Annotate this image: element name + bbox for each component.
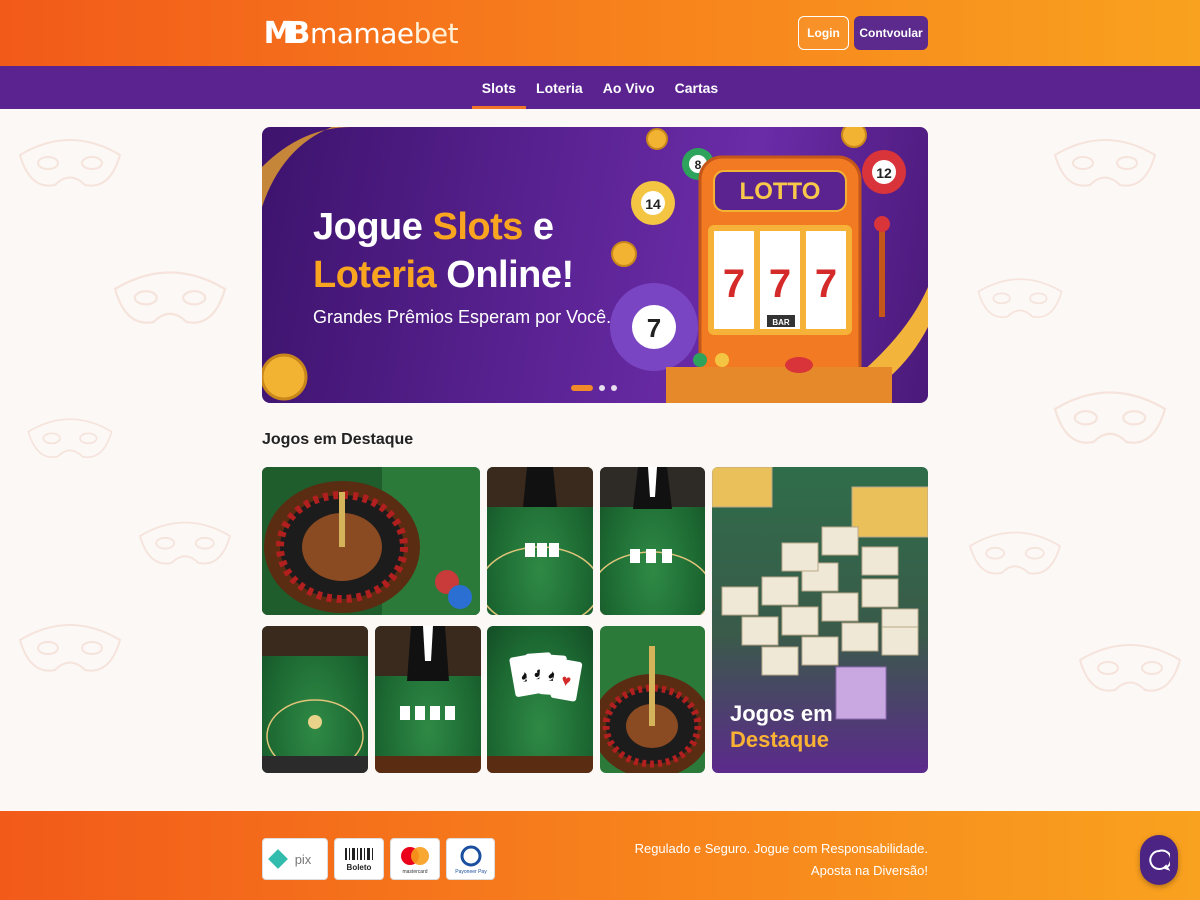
svg-text:mastercard: mastercard	[402, 869, 427, 875]
payment-pix: pix	[262, 838, 328, 880]
svg-text:pix: pix	[295, 852, 312, 867]
hero-text: Jogue Slots e Loteria Online! Grandes Pr…	[313, 203, 611, 328]
casino-table-image	[262, 626, 368, 773]
chat-icon	[1149, 849, 1170, 871]
svg-text:Payoneer Pay: Payoneer Pay	[455, 869, 487, 875]
login-button[interactable]: Login	[798, 16, 849, 50]
carnival-mask-icon	[970, 255, 1070, 345]
nav-item-loteria[interactable]: Loteria	[526, 66, 593, 109]
svg-text:BAR: BAR	[772, 318, 790, 327]
hero-headline-part: e	[522, 206, 554, 248]
mastercard-icon: mastercard	[401, 847, 429, 875]
nav-item-slots[interactable]: Slots	[471, 66, 527, 109]
carnival-mask-icon	[5, 600, 135, 700]
game-tile-roulette-2[interactable]	[600, 626, 705, 773]
carnival-mask-icon	[130, 500, 240, 590]
game-tile-cards[interactable]: ♠ ♣ ♠ ♥	[487, 626, 593, 773]
svg-text:LOTTO: LOTTO	[740, 178, 821, 205]
svg-text:7: 7	[723, 262, 745, 306]
baccarat-image	[600, 467, 705, 615]
hero-headline-highlight: Loteria	[313, 254, 437, 296]
pix-icon: pix	[268, 849, 312, 869]
payoneer-icon: Payoneer Pay	[455, 845, 487, 875]
roulette-image	[262, 467, 480, 615]
lottery-ball: 12	[862, 150, 906, 194]
lottery-ball: 14	[631, 181, 675, 225]
svg-text:12: 12	[876, 165, 892, 181]
hero-banner[interactable]: 8 14 12 7 LOTTO 7 7 7 BAR Jogue Slots e …	[262, 127, 928, 403]
carnival-mask-icon	[100, 245, 240, 355]
game-tile-casino-table[interactable]	[262, 626, 368, 773]
carousel-dots	[571, 385, 617, 391]
payment-boleto: Boleto	[334, 838, 384, 880]
payment-payoneer: Payoneer Pay	[446, 838, 495, 880]
mahjong-label-part: Jogos em	[730, 701, 833, 726]
footer-text-line2: Aposta na Diversão!	[810, 863, 928, 878]
boleto-icon: Boleto	[345, 848, 373, 872]
svg-text:7: 7	[815, 262, 837, 306]
register-button[interactable]: Contvoular	[854, 16, 928, 50]
dealer-table-image	[375, 626, 481, 773]
game-tile-mahjong[interactable]: Jogos em Destaque	[712, 467, 928, 773]
logo-text-part1: mamae	[310, 16, 414, 50]
slot-machine: LOTTO 7 7 7 BAR	[666, 155, 892, 403]
carnival-mask-icon	[1040, 115, 1170, 215]
carnival-mask-icon	[10, 115, 130, 215]
carousel-dot-1[interactable]	[571, 385, 593, 391]
brand-logo[interactable]: MB mamaebet	[262, 14, 459, 52]
nav-item-cartas[interactable]: Cartas	[665, 66, 729, 109]
carnival-mask-icon	[1040, 365, 1180, 475]
carousel-dot-2[interactable]	[599, 385, 605, 391]
svg-text:Boleto: Boleto	[347, 863, 372, 872]
game-tile-baccarat[interactable]	[600, 467, 705, 615]
logo-mark: MB	[263, 15, 311, 51]
svg-text:7: 7	[647, 313, 661, 343]
svg-text:7: 7	[769, 262, 791, 306]
payment-mastercard: mastercard	[390, 838, 440, 880]
lottery-ball: 7	[610, 283, 698, 371]
mahjong-label-highlight: Destaque	[730, 727, 830, 752]
game-tile-blackjack[interactable]	[487, 467, 593, 615]
hero-headline-highlight: Slots	[432, 206, 523, 248]
chat-button[interactable]	[1140, 835, 1178, 885]
mahjong-tile-label: Jogos em Destaque	[730, 701, 928, 753]
hero-headline-line1: Jogue Slots e	[313, 203, 611, 251]
svg-text:14: 14	[645, 196, 661, 212]
hero-headline-line2: Loteria Online!	[313, 251, 611, 299]
footer-text-line1: Regulado e Seguro. Jogue com Responsabil…	[634, 841, 928, 856]
cards-image: ♠ ♣ ♠ ♥	[487, 652, 593, 773]
featured-title: Jogos em Destaque	[262, 431, 414, 448]
main-nav: Slots Loteria Ao Vivo Cartas	[0, 66, 1200, 109]
carnival-mask-icon	[1070, 620, 1190, 720]
blackjack-image	[487, 467, 593, 615]
carousel-dot-3[interactable]	[611, 385, 617, 391]
top-header: MB mamaebet Login Contvoular	[0, 0, 1200, 66]
footer-text: Regulado e Seguro. Jogue com Responsabil…	[635, 838, 928, 882]
nav-item-ao-vivo[interactable]: Ao Vivo	[593, 66, 665, 109]
roulette-2-image	[600, 646, 705, 773]
logo-text-part2: bet	[413, 16, 459, 50]
hero-headline-part: Jogue	[313, 206, 433, 248]
hero-headline-part: Online!	[436, 254, 574, 296]
carnival-mask-icon	[960, 510, 1070, 600]
game-tile-roulette[interactable]	[262, 467, 480, 615]
hero-subtitle: Grandes Prêmios Esperam por Você.	[313, 307, 612, 327]
game-tile-dealer-table[interactable]	[375, 626, 481, 773]
footer: pix Boleto mastercard Payoneer Pay Regul…	[0, 811, 1200, 900]
carnival-mask-icon	[20, 395, 120, 485]
logo-text: mamaebet	[310, 16, 459, 50]
